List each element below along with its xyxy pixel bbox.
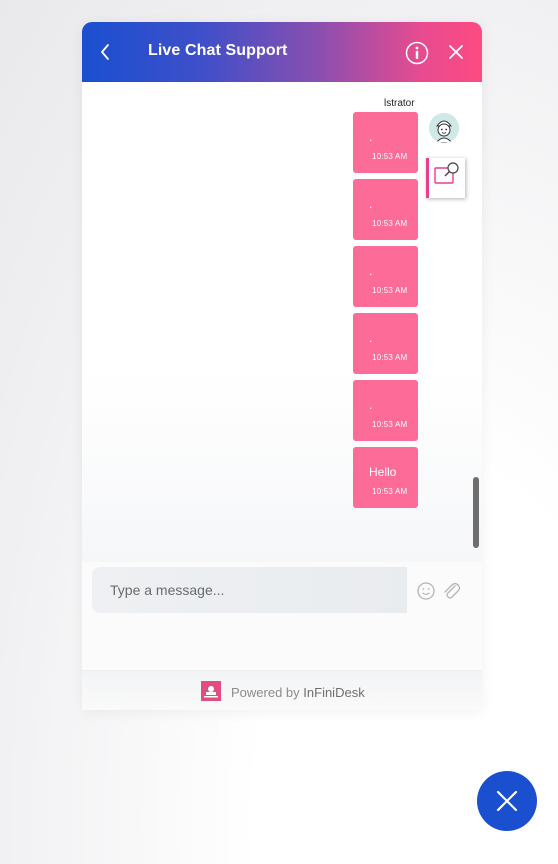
message-bubble: . 10:53 AM	[353, 179, 418, 240]
chat-title: Live Chat Support	[148, 42, 288, 59]
message-time: 10:53 AM	[372, 286, 408, 295]
message-time: 10:53 AM	[372, 353, 408, 362]
emoji-button[interactable]	[416, 581, 436, 601]
chat-header: Live Chat Support	[82, 22, 482, 82]
message-bubble: . 10:53 AM	[353, 246, 418, 307]
chevron-left-icon	[101, 44, 109, 60]
scrollbar-thumb[interactable]	[473, 477, 479, 548]
message-text: .	[369, 197, 373, 211]
back-button[interactable]	[96, 40, 116, 64]
brand-link[interactable]: InFiniDesk	[303, 685, 364, 700]
message-time: 10:53 AM	[372, 487, 408, 496]
chat-window: Live Chat Support lstrator . 10:53 AM . …	[82, 22, 482, 710]
close-chat-button[interactable]	[446, 42, 466, 62]
message-time: 10:53 AM	[372, 219, 408, 228]
message-composer	[82, 562, 482, 670]
message-text: .	[369, 264, 373, 278]
agent-avatar-icon	[429, 113, 459, 143]
message-text: .	[369, 130, 373, 144]
message-time: 10:53 AM	[372, 152, 408, 161]
chat-footer: Powered by InFiniDesk	[82, 670, 482, 710]
close-icon	[449, 45, 463, 59]
screenshot-tool-icon	[434, 162, 459, 184]
paperclip-icon	[444, 582, 461, 599]
info-icon	[405, 41, 429, 65]
agent-avatar	[429, 113, 459, 143]
message-text: Hello	[369, 465, 397, 479]
close-icon	[496, 790, 518, 812]
chat-launcher-close-button[interactable]	[477, 771, 537, 831]
emoji-icon	[417, 582, 435, 600]
screenshot-tool-button[interactable]	[426, 158, 465, 198]
info-button[interactable]	[405, 41, 429, 65]
message-time: 10:53 AM	[372, 420, 408, 429]
message-bubble: . 10:53 AM	[353, 380, 418, 441]
sender-name: lstrator	[384, 98, 415, 109]
attach-button[interactable]	[441, 580, 461, 602]
message-bubble: Hello 10:53 AM	[353, 447, 418, 508]
message-input[interactable]	[92, 567, 407, 613]
powered-by-text: Powered by InFiniDesk	[231, 685, 365, 700]
message-text: .	[369, 331, 373, 345]
message-bubble: . 10:53 AM	[353, 313, 418, 374]
powered-by-prefix: Powered by	[231, 685, 300, 700]
infinidesk-logo-icon	[201, 681, 221, 701]
message-list[interactable]: lstrator . 10:53 AM . 10:53 AM . 10:53 A…	[82, 82, 482, 562]
message-text: .	[369, 398, 373, 412]
message-bubble: . 10:53 AM	[353, 112, 418, 173]
